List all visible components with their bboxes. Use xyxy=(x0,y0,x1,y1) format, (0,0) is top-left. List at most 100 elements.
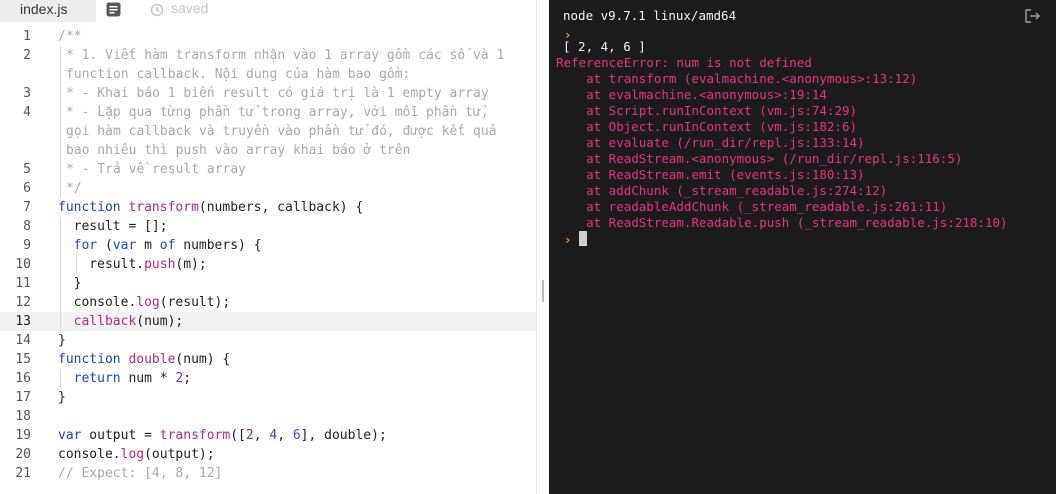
code-line[interactable]: 18 xyxy=(0,407,536,426)
code-text: /** xyxy=(58,29,82,44)
saved-status: saved xyxy=(171,0,209,16)
input-prompt[interactable]: › xyxy=(564,229,572,248)
line-number: 11 xyxy=(15,276,31,291)
line-number: 5 xyxy=(23,162,31,177)
code-text: function transform(numbers, callback) { xyxy=(58,200,364,215)
code-text: } xyxy=(58,390,66,405)
line-number: 2 xyxy=(23,48,31,63)
console-panel[interactable]: node v9.7.1 linux/amd64 › [ 2, 4, 6 ] Re… xyxy=(549,0,1056,494)
code-text: // Expect: [4, 8, 12] xyxy=(58,466,223,481)
code-line[interactable]: 8 result = []; xyxy=(0,217,536,236)
console-output: [ 2, 4, 6 ] xyxy=(563,39,646,54)
code-line[interactable]: 14} xyxy=(0,331,536,350)
line-number: 8 xyxy=(23,219,31,234)
code-line[interactable]: 16 return num * 2; xyxy=(0,369,536,388)
code-text: function callback. Nội dung của hàm bao … xyxy=(66,67,411,82)
pane-splitter[interactable] xyxy=(536,0,550,494)
code-line[interactable]: function callback. Nội dung của hàm bao … xyxy=(0,65,536,84)
line-number: 10 xyxy=(15,257,31,272)
indent-guide xyxy=(60,160,61,179)
code-text: } xyxy=(58,333,66,348)
tab-label: index.js xyxy=(20,1,68,17)
code-line[interactable]: 3 * - Khai báo 1 biến result có giá trị l… xyxy=(0,84,536,103)
line-number: 12 xyxy=(15,295,31,310)
code-line[interactable]: 10 result.push(m); xyxy=(0,255,536,274)
indent-guide xyxy=(60,84,61,103)
code-line[interactable]: 19 var output = transform([2, 4, 6], doub… xyxy=(0,426,536,445)
line-number: 7 xyxy=(23,200,31,215)
stack-trace-line: at addChunk (_stream_readable.js:274:12) xyxy=(556,183,888,198)
code-line[interactable]: 9 for (var m of numbers) { xyxy=(0,236,536,255)
code-text: console.log(result); xyxy=(58,295,231,310)
stack-trace-line: at Script.runInContext (vm.js:74:29) xyxy=(556,103,858,118)
code-line[interactable]: 6 */ xyxy=(0,179,536,198)
code-line[interactable]: 15 function double(num) { xyxy=(0,350,536,369)
code-text: for (var m of numbers) { xyxy=(73,238,262,253)
text-cursor xyxy=(579,231,587,246)
code-area[interactable]: 1 /** 2 * 1. Viết hàm transform nhận vào 1 … xyxy=(0,27,536,483)
indent-guide xyxy=(60,122,61,141)
code-line[interactable]: 21 // Expect: [4, 8, 12] xyxy=(0,464,536,483)
stack-trace-line: at evalmachine.<anonymous>:19:14 xyxy=(556,87,827,102)
code-text: console.log(output); xyxy=(58,447,215,462)
console-header: node v9.7.1 linux/amd64 xyxy=(563,8,737,23)
line-number: 13 xyxy=(15,314,31,329)
code-text: gọi hàm callback và truyền vào phần tử đ… xyxy=(66,124,497,139)
line-number: 4 xyxy=(23,105,31,120)
line-number: 6 xyxy=(23,181,31,196)
code-text: bao nhiêu thì push vào array khai báo ở … xyxy=(66,143,411,158)
line-number: 21 xyxy=(15,466,31,481)
code-text: * - Trả về result array xyxy=(66,162,247,177)
line-number: 15 xyxy=(15,352,31,367)
editor-tab-bar: index.js saved xyxy=(0,0,536,22)
line-number: 9 xyxy=(23,238,31,253)
indent-guide xyxy=(60,179,61,198)
code-text: return num * 2; xyxy=(73,371,192,386)
error-message: ReferenceError: num is not defined xyxy=(556,55,812,70)
code-line[interactable]: 13 callback(num); xyxy=(0,312,536,331)
code-line[interactable]: 11 } xyxy=(0,274,536,293)
code-text: * - Lặp qua từng phần tử trong array, vớ… xyxy=(66,105,489,120)
code-line[interactable]: 4 * - Lặp qua từng phần tử trong array, v… xyxy=(0,103,536,122)
code-text: callback(num); xyxy=(73,314,184,329)
code-line[interactable]: 7 function transform(numbers, callback) { xyxy=(0,198,536,217)
code-text: } xyxy=(58,276,82,291)
code-text: */ xyxy=(66,181,82,196)
code-text: var output = transform([2, 4, 6], double… xyxy=(58,428,387,443)
indent-guide xyxy=(60,141,61,160)
exit-icon[interactable] xyxy=(1024,8,1042,24)
code-editor[interactable]: index.js saved 1 /** 2 * 1. Viết hàm transf… xyxy=(0,0,536,494)
code-line[interactable]: 17} xyxy=(0,388,536,407)
history-icon xyxy=(150,3,164,17)
stack-trace-line: at Object.runInContext (vm.js:182:6) xyxy=(556,119,858,134)
code-text: result = []; xyxy=(58,219,168,234)
tab-index-js[interactable]: index.js xyxy=(0,0,96,22)
stack-trace-line: at transform (evalmachine.<anonymous>:13… xyxy=(556,71,918,86)
stack-trace-line: at evaluate (/run_dir/repl.js:133:14) xyxy=(556,135,865,150)
splitter-grip[interactable] xyxy=(542,280,544,302)
line-number: 16 xyxy=(15,371,31,386)
line-number: 17 xyxy=(15,390,31,405)
stack-trace-line: at readableAddChunk (_stream_readable.js… xyxy=(556,199,948,214)
indent-guide xyxy=(60,65,61,84)
code-line[interactable]: 12 console.log(result); xyxy=(0,293,536,312)
line-number: 1 xyxy=(23,29,31,44)
line-number: 14 xyxy=(15,333,31,348)
code-line[interactable]: 1 /** xyxy=(0,27,536,46)
stack-trace-line: at ReadStream.<anonymous> (/run_dir/repl… xyxy=(556,151,963,166)
stack-trace-line: at ReadStream.emit (events.js:180:13) xyxy=(556,167,865,182)
line-number: 20 xyxy=(15,447,31,462)
chevron-right-icon: › xyxy=(564,232,572,247)
code-line[interactable]: bao nhiêu thì push vào array khai báo ở … xyxy=(0,141,536,160)
code-line[interactable]: gọi hàm callback và truyền vào phần tử đ… xyxy=(0,122,536,141)
line-number: 19 xyxy=(15,428,31,443)
file-menu-icon[interactable] xyxy=(106,2,121,17)
code-line[interactable]: 2 * 1. Viết hàm transform nhận vào 1 arra… xyxy=(0,46,536,65)
code-text: * - Khai báo 1 biến result có giá trị là… xyxy=(66,86,489,101)
code-text: result.push(m); xyxy=(58,257,207,272)
code-line[interactable]: 20 console.log(output); xyxy=(0,445,536,464)
code-line[interactable]: 5 * - Trả về result array xyxy=(0,160,536,179)
line-number: 3 xyxy=(23,86,31,101)
code-text: function double(num) { xyxy=(58,352,231,367)
line-number: 18 xyxy=(15,409,31,424)
